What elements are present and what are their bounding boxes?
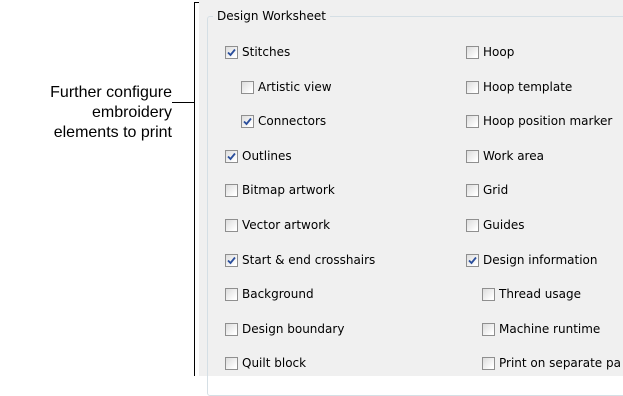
checkbox-label: Connectors bbox=[258, 114, 327, 128]
checkbox-design-information[interactable]: Design information bbox=[466, 253, 598, 267]
checkbox-box-icon[interactable] bbox=[482, 287, 495, 301]
checkbox-box-icon[interactable] bbox=[482, 322, 495, 336]
checkbox-box-icon[interactable] bbox=[466, 183, 479, 197]
checkbox-label: Quilt block bbox=[242, 356, 307, 370]
group-title: Design Worksheet bbox=[213, 8, 330, 24]
checkbox-hoop[interactable]: Hoop bbox=[466, 45, 514, 59]
checkbox-label: Stitches bbox=[242, 45, 291, 59]
checkbox-label: Background bbox=[242, 287, 314, 301]
dialog-panel: Design Worksheet Stitches Artistic view Co… bbox=[199, 0, 623, 396]
checkbox-label: Hoop bbox=[483, 45, 515, 59]
checkbox-quilt-block[interactable]: Quilt block bbox=[225, 356, 306, 370]
checkbox-label: Vector artwork bbox=[242, 218, 331, 232]
design-worksheet-group bbox=[207, 16, 623, 396]
checkbox-design-boundary[interactable]: Design boundary bbox=[225, 322, 344, 336]
checkbox-label: Thread usage bbox=[499, 287, 581, 301]
checkbox-hoop-position-marker[interactable]: Hoop position marker bbox=[466, 114, 612, 128]
checkbox-box-icon[interactable] bbox=[466, 114, 479, 128]
checkbox-label: Artistic view bbox=[258, 80, 332, 94]
checkbox-box-icon[interactable] bbox=[225, 218, 238, 232]
checkbox-box-icon[interactable] bbox=[225, 287, 238, 301]
checkmark-icon[interactable] bbox=[466, 253, 479, 267]
checkbox-work-area[interactable]: Work area bbox=[466, 149, 544, 163]
checkbox-grid[interactable]: Grid bbox=[466, 183, 508, 197]
checkmark-icon[interactable] bbox=[241, 114, 254, 128]
checkbox-box-icon[interactable] bbox=[225, 356, 238, 370]
checkbox-label: Hoop position marker bbox=[483, 114, 613, 128]
callout-line-1: Further configure bbox=[50, 84, 172, 101]
checkmark-icon[interactable] bbox=[225, 45, 238, 59]
checkbox-box-icon[interactable] bbox=[482, 356, 495, 370]
checkbox-vector-artwork[interactable]: Vector artwork bbox=[225, 218, 330, 232]
checkbox-label: Design information bbox=[483, 253, 598, 267]
callout-line-3: elements to print bbox=[53, 124, 172, 141]
checkbox-artistic-view[interactable]: Artistic view bbox=[241, 80, 332, 94]
checkbox-label: Machine runtime bbox=[499, 322, 601, 336]
checkbox-print-on-separate-pa[interactable]: Print on separate pa bbox=[482, 356, 621, 370]
callout-leader-line bbox=[172, 102, 194, 103]
checkbox-outlines[interactable]: Outlines bbox=[225, 149, 292, 163]
checkbox-thread-usage[interactable]: Thread usage bbox=[482, 287, 581, 301]
checkbox-label: Design boundary bbox=[242, 322, 345, 336]
checkbox-connectors[interactable]: Connectors bbox=[241, 114, 326, 128]
checkbox-bitmap-artwork[interactable]: Bitmap artwork bbox=[225, 183, 335, 197]
callout-bracket-vertical bbox=[194, 2, 195, 376]
checkmark-icon[interactable] bbox=[225, 149, 238, 163]
checkbox-label: Work area bbox=[483, 149, 544, 163]
checkbox-label: Hoop template bbox=[483, 80, 573, 94]
checkbox-guides[interactable]: Guides bbox=[466, 218, 525, 232]
checkbox-start-and-end-crosshairs[interactable]: Start & end crosshairs bbox=[225, 253, 375, 267]
checkbox-hoop-template[interactable]: Hoop template bbox=[466, 80, 572, 94]
checkbox-background[interactable]: Background bbox=[225, 287, 314, 301]
checkbox-label: Grid bbox=[483, 183, 509, 197]
checkbox-box-icon[interactable] bbox=[466, 45, 479, 59]
callout-text: Further configure embroidery elements to… bbox=[0, 83, 172, 143]
checkbox-box-icon[interactable] bbox=[241, 80, 254, 94]
checkbox-stitches[interactable]: Stitches bbox=[225, 45, 290, 59]
checkbox-label: Guides bbox=[483, 218, 525, 232]
checkbox-label: Bitmap artwork bbox=[242, 183, 335, 197]
checkbox-box-icon[interactable] bbox=[466, 149, 479, 163]
checkbox-box-icon[interactable] bbox=[225, 183, 238, 197]
checkbox-label: Start & end crosshairs bbox=[242, 253, 376, 267]
checkbox-machine-runtime[interactable]: Machine runtime bbox=[482, 322, 600, 336]
checkbox-box-icon[interactable] bbox=[225, 322, 238, 336]
callout-line-2: embroidery bbox=[91, 104, 172, 121]
checkbox-box-icon[interactable] bbox=[466, 218, 479, 232]
checkmark-icon[interactable] bbox=[225, 253, 238, 267]
checkbox-box-icon[interactable] bbox=[466, 80, 479, 94]
checkbox-label: Print on separate pa bbox=[499, 356, 621, 370]
checkbox-label: Outlines bbox=[242, 149, 292, 163]
